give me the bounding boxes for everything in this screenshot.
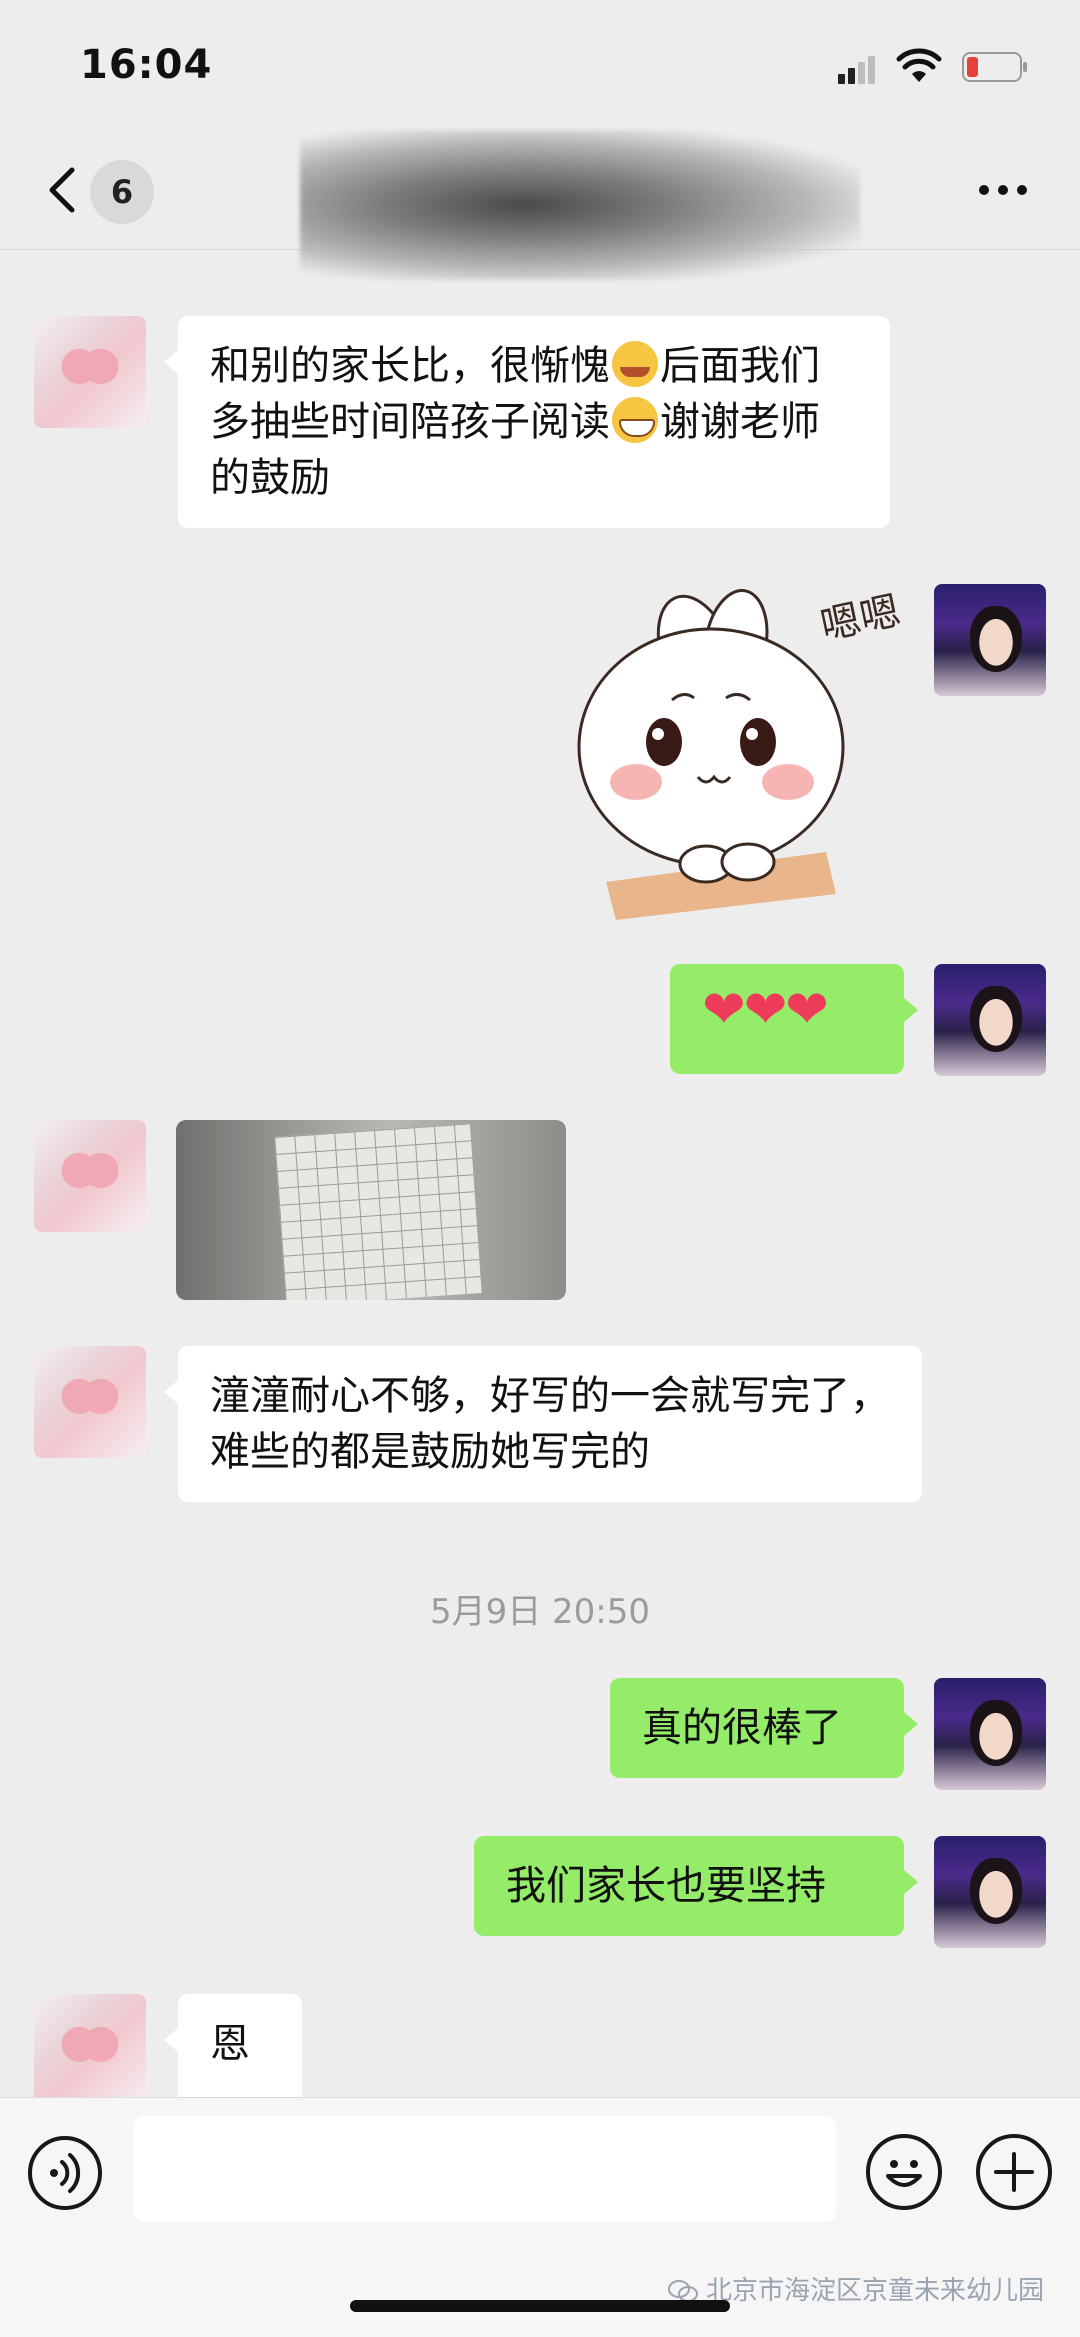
chat-header: 6 (0, 130, 1080, 280)
message-text: 真的很棒了 (642, 1705, 842, 1751)
avatar[interactable] (934, 964, 1046, 1076)
message-bubble[interactable]: 我们家长也要坚持 (474, 1836, 918, 1936)
avatar[interactable] (34, 1120, 146, 1232)
bunny-sticker[interactable]: 嗯嗯 (576, 582, 906, 920)
avatar[interactable] (34, 316, 146, 428)
back-button[interactable]: 6 (36, 160, 166, 224)
chevron-left-icon (49, 167, 75, 213)
message-bubble[interactable]: 真的很棒了 (610, 1678, 918, 1778)
more-options-icon[interactable] (976, 180, 1030, 200)
avatar[interactable] (34, 1346, 146, 1458)
avatar[interactable] (934, 1836, 1046, 1948)
emoji-button[interactable] (866, 2134, 942, 2210)
image-message[interactable] (176, 1120, 566, 1300)
plus-icon (994, 2152, 1034, 2192)
message-input[interactable] (134, 2116, 836, 2222)
message-text: 我们家长也要坚持 (506, 1863, 826, 1909)
voice-icon (50, 2153, 81, 2193)
crying-laughing-emoji-icon (612, 341, 658, 387)
message-text: 和别的家长比，很惭愧 (210, 343, 610, 389)
message-bubble[interactable]: 和别的家长比，很惭愧 后面我们多抽些时间陪孩子阅读 谢谢老师的鼓励 (164, 316, 890, 528)
grinning-emoji-icon (612, 397, 658, 443)
message-timestamp: 5月9日 20:50 (429, 1592, 651, 1632)
message-bubble[interactable]: ❤❤❤ (670, 964, 918, 1074)
message-bubble[interactable]: 恩 (164, 1994, 302, 2097)
home-indicator[interactable] (350, 2300, 730, 2312)
cellular-signal-icon (838, 56, 875, 84)
message-text: 恩 (210, 2021, 250, 2067)
avatar[interactable] (934, 584, 1046, 696)
avatar[interactable] (934, 1678, 1046, 1790)
message-bubble[interactable]: 潼潼耐心不够，好写的一会就写完了，难些的都是鼓励她写完的 (164, 1346, 922, 1502)
wifi-icon (896, 48, 942, 82)
unread-count-badge: 6 (90, 160, 154, 224)
voice-input-button[interactable] (28, 2136, 102, 2210)
more-functions-button[interactable] (976, 2134, 1052, 2210)
watermark-text: 北京市海淀区京童未来幼儿园 (705, 2276, 1044, 2306)
status-time: 16:04 (80, 42, 213, 88)
chat-title-redacted (300, 130, 860, 280)
battery-low-icon (962, 52, 1027, 82)
hearts-emoji: ❤❤❤ (702, 980, 829, 1040)
message-text: 潼潼耐心不够，好写的一会就写完了，难些的都是鼓励她写完的 (210, 1373, 890, 1475)
avatar[interactable] (34, 1994, 146, 2106)
smiley-icon (886, 2160, 922, 2187)
status-bar: 16:04 (0, 0, 1080, 130)
worksheet-photo (274, 1123, 482, 1300)
sticker-text: 嗯嗯 (817, 588, 905, 650)
